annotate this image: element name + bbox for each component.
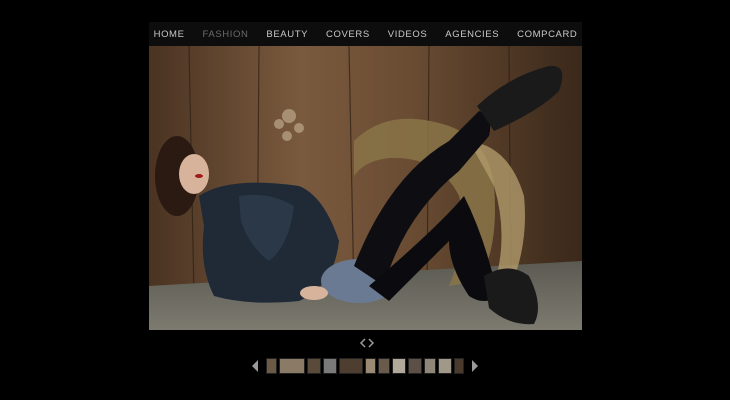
thumbnail-item[interactable]	[438, 358, 452, 374]
thumbnail-item[interactable]	[307, 358, 321, 374]
thumbs-prev-button[interactable]	[248, 355, 262, 377]
thumbnail-item[interactable]	[266, 358, 277, 374]
nav-item-videos[interactable]: VIDEOS	[388, 29, 428, 40]
thumbnail-item[interactable]	[408, 358, 422, 374]
nav-item-agencies[interactable]: AGENCIES	[445, 29, 499, 40]
prev-next-chevrons-icon	[359, 338, 375, 348]
thumbnail-list	[266, 358, 464, 374]
thumbnail-item[interactable]	[454, 358, 464, 374]
nav-item-home[interactable]: HOME	[154, 29, 185, 40]
thumbnail-item[interactable]	[323, 358, 337, 374]
thumbnail-item[interactable]	[378, 358, 390, 374]
thumbnail-strip	[248, 355, 494, 377]
thumbnail-item[interactable]	[424, 358, 436, 374]
thumbnail-item[interactable]	[339, 358, 363, 374]
top-navigation: HOME FASHION BEAUTY COVERS VIDEOS AGENCI…	[149, 22, 582, 46]
nav-item-covers[interactable]: COVERS	[326, 29, 370, 40]
chevron-right-icon	[472, 360, 478, 372]
thumbs-next-button[interactable]	[468, 355, 482, 377]
image-nav-chevrons[interactable]	[357, 337, 377, 349]
nav-item-beauty[interactable]: BEAUTY	[266, 29, 308, 40]
nav-item-fashion[interactable]: FASHION	[203, 29, 249, 40]
thumbnail-item[interactable]	[392, 358, 406, 374]
thumbnail-item[interactable]	[365, 358, 376, 374]
thumbnail-item[interactable]	[279, 358, 305, 374]
main-photo[interactable]	[149, 46, 582, 330]
chevron-left-icon	[252, 360, 258, 372]
fashion-photo	[149, 46, 582, 330]
nav-item-compcard[interactable]: COMPCARD	[517, 29, 577, 40]
